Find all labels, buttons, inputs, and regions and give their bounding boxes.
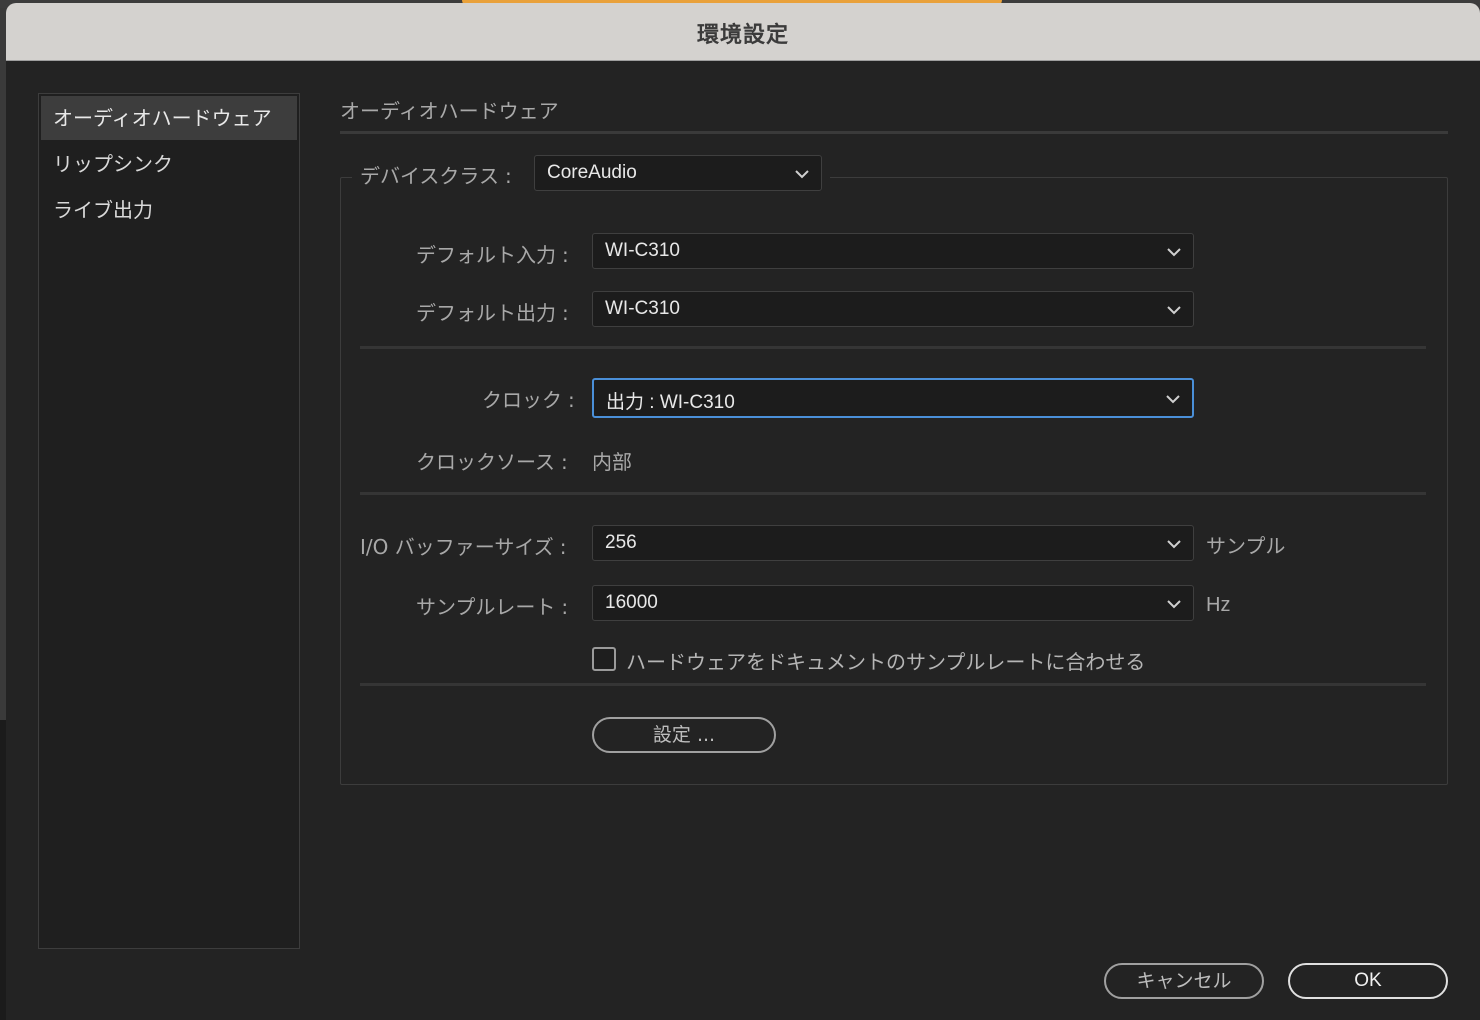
cancel-button[interactable]: キャンセル	[1104, 963, 1264, 999]
io-buffer-unit: サンプル	[1206, 534, 1286, 558]
sample-rate-value: 16000	[605, 592, 658, 613]
section-divider	[340, 131, 1448, 134]
default-output-value: WI-C310	[605, 298, 680, 319]
default-input-label: デフォルト入力:	[416, 243, 569, 267]
chevron-down-icon	[1167, 306, 1181, 315]
default-output-dropdown[interactable]: WI-C310	[592, 291, 1194, 327]
io-buffer-label: I/O バッファーサイズ:	[360, 535, 567, 559]
chevron-down-icon	[1167, 248, 1181, 257]
default-input-dropdown[interactable]: WI-C310	[592, 233, 1194, 269]
divider	[360, 492, 1426, 495]
sidebar-item-audio-hardware[interactable]: オーディオハードウェア	[41, 96, 297, 140]
match-sample-rate-label[interactable]: ハードウェアをドキュメントのサンプルレートに合わせる	[626, 646, 1145, 675]
settings-button[interactable]: 設定 ...	[592, 717, 776, 753]
sidebar-item-live-output[interactable]: ライブ出力	[41, 188, 297, 232]
device-class-dropdown[interactable]: CoreAudio	[534, 155, 822, 191]
clock-source-value: 内部	[592, 450, 632, 474]
io-buffer-value: 256	[605, 532, 637, 553]
clock-dropdown[interactable]: 出力 : WI-C310	[592, 378, 1194, 418]
chevron-down-icon	[795, 170, 809, 179]
section-title: オーディオハードウェア	[340, 99, 559, 123]
sample-rate-dropdown[interactable]: 16000	[592, 585, 1194, 621]
io-buffer-dropdown[interactable]: 256	[592, 525, 1194, 561]
sidebar-item-lip-sync[interactable]: リップシンク	[41, 142, 297, 186]
chevron-down-icon	[1167, 540, 1181, 549]
preferences-dialog: 環境設定 オーディオハードウェア リップシンク ライブ出力 オーディオハードウェ…	[6, 3, 1480, 1020]
match-sample-rate-checkbox[interactable]	[592, 647, 616, 671]
default-input-value: WI-C310	[605, 240, 680, 261]
chevron-down-icon	[1166, 395, 1180, 404]
device-class-value: CoreAudio	[547, 162, 637, 183]
preferences-sidebar: オーディオハードウェア リップシンク ライブ出力	[38, 93, 300, 949]
device-class-label: デバイスクラス:	[360, 164, 512, 188]
sample-rate-unit: Hz	[1206, 594, 1231, 616]
chevron-down-icon	[1167, 600, 1181, 609]
title-bar[interactable]: 環境設定	[6, 3, 1480, 61]
sample-rate-label: サンプルレート:	[416, 595, 569, 619]
clock-source-label: クロックソース:	[416, 450, 568, 474]
clock-value: 出力 : WI-C310	[606, 392, 735, 413]
divider	[360, 683, 1426, 686]
divider	[360, 346, 1426, 349]
ok-button[interactable]: OK	[1288, 963, 1448, 999]
clock-label: クロック:	[482, 388, 575, 412]
dialog-title: 環境設定	[696, 23, 789, 48]
default-output-label: デフォルト出力:	[416, 301, 569, 325]
